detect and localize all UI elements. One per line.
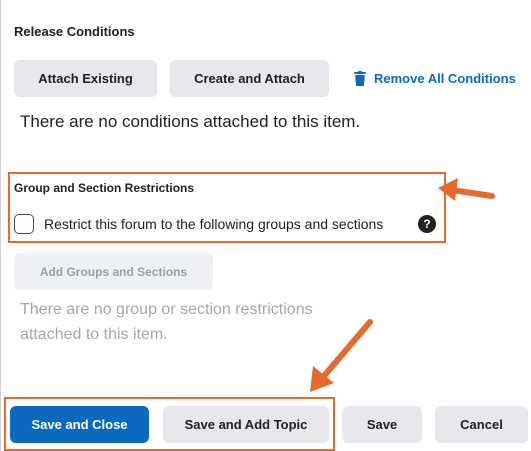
arrow-annotation-footer xyxy=(310,319,373,392)
annotation-arrows xyxy=(310,178,495,392)
arrow-annotation-restrictions xyxy=(438,178,495,201)
